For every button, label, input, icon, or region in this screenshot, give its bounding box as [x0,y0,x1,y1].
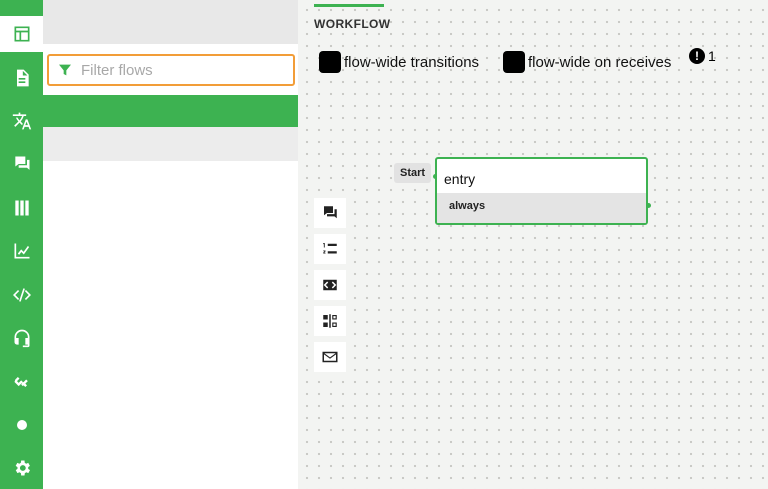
chat-icon [324,206,337,219]
flow-wide-transitions-toggle[interactable]: flow-wide transitions [319,51,479,73]
filter-flows-box[interactable] [47,54,295,86]
document-icon [16,69,29,87]
sidebar-item-integrations[interactable] [0,364,43,400]
start-label: Start [394,163,432,183]
sidebar-item-translate[interactable] [0,103,43,139]
chart-icon [14,243,29,259]
sidebar-item-document[interactable] [0,60,43,96]
headset-icon [14,329,29,348]
flow-wide-receives-toggle[interactable]: flow-wide on receives [503,51,671,73]
gear-icon [15,460,30,476]
warning-count: 1 [708,48,716,64]
sidebar-item-code[interactable] [0,277,43,313]
translate-icon [12,112,31,130]
chat-icon [14,156,29,170]
flow-wide-transitions-label: flow-wide transitions [344,53,480,71]
state-node-title[interactable]: entry [437,159,646,193]
split-icon [323,314,337,328]
code-icon [12,288,31,302]
add-list-tool[interactable] [314,234,346,264]
layout-icon [14,26,29,42]
add-code-tool[interactable] [314,270,346,300]
filter-flows-input[interactable] [81,61,281,79]
workflow-canvas[interactable]: WORKFLOW flow-wide transitions flow-wide… [298,0,768,489]
tab-workflow-label: WORKFLOW [314,17,391,31]
sidebar-item-chat[interactable] [0,146,43,182]
state-node-entry[interactable]: entry always [435,157,648,225]
sidebar-item-settings[interactable] [0,450,43,486]
add-email-tool[interactable] [314,342,346,372]
mail-icon [322,351,338,363]
flows-panel [43,0,298,489]
flow-wide-receives-checkbox[interactable] [503,51,525,73]
flow-wide-transitions-checkbox[interactable] [319,51,341,73]
flow-list-item-selected[interactable] [43,95,298,127]
dot-icon [16,420,27,430]
add-message-tool[interactable] [314,198,346,228]
numbered-list-icon [323,243,337,254]
link-icon [14,377,28,387]
flows-header [43,0,298,44]
sidebar-item-analytics[interactable] [0,233,43,269]
library-icon [14,200,29,216]
exclamation-icon: ! [689,48,705,64]
filter-icon [59,64,71,76]
sidebar-item-layout[interactable] [0,16,43,52]
sidebar-item-library[interactable] [0,190,43,226]
sidebar-item-status[interactable] [0,407,43,443]
flow-list-item[interactable] [43,127,298,161]
tab-workflow[interactable]: WORKFLOW [314,4,391,34]
flow-wide-receives-label: flow-wide on receives [528,53,672,71]
node-toolbox [314,198,346,378]
code-block-icon [323,279,337,291]
add-split-tool[interactable] [314,306,346,336]
tab-active-indicator [314,4,384,7]
transition-always[interactable]: always [437,193,646,223]
warnings-indicator[interactable]: ! 1 [689,48,716,64]
app-sidebar [0,0,43,489]
transition-connector[interactable] [646,203,651,208]
sidebar-item-support[interactable] [0,320,43,356]
